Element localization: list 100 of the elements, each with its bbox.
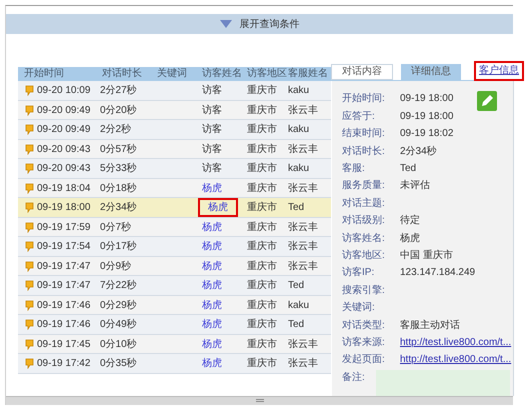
column-header: 客服姓名 <box>287 67 329 82</box>
agent-name: Ted <box>288 202 304 214</box>
column-header: 访客地区 <box>246 67 286 82</box>
agent-name: kaku <box>288 124 310 136</box>
region: 重庆市 <box>247 241 277 252</box>
chat-bubble-icon <box>25 260 34 272</box>
table-row[interactable]: 09-19 17:47 7分22秒 杨虎 重庆市 Ted <box>18 276 331 296</box>
start-time: 09-19 17:42 <box>37 357 90 372</box>
start-time: 09-19 18:04 <box>37 182 90 196</box>
table-row[interactable]: 09-20 09:49 0分20秒 访客 重庆市 张云丰 <box>18 100 331 120</box>
visitor-name-link[interactable]: 杨虎 <box>202 222 222 233</box>
agent-name: 张云丰 <box>288 358 318 370</box>
visitor-name: 访客 <box>202 104 222 116</box>
start-time: 09-19 17:59 <box>37 220 90 235</box>
visitor-name: 访客 <box>202 163 222 174</box>
detail-label: 结束时间: <box>342 126 386 142</box>
chat-bubble-icon <box>25 85 34 96</box>
visitor-name-link[interactable]: 杨虎 <box>202 300 222 311</box>
visitor-name-link[interactable]: 杨虎 <box>202 182 222 194</box>
visitor-name-link[interactable]: 杨虎 <box>202 241 222 252</box>
detail-label: 服务质量: <box>342 178 386 194</box>
start-time: 09-19 17:46 <box>37 298 90 313</box>
agent-name: kaku <box>288 85 310 96</box>
duration: 2分34秒 <box>99 202 137 214</box>
detail-label: 搜索引擎: <box>342 284 386 298</box>
table-row[interactable]: 09-19 17:42 0分35秒 杨虎 重庆市 张云丰 <box>18 354 331 374</box>
detail-value: 123.147.184.249 <box>400 266 476 280</box>
horizontal-scrollbar[interactable] <box>6 396 513 405</box>
detail-label: 访客来源: <box>342 336 386 350</box>
column-header: 对话时长 <box>101 67 143 82</box>
detail-value: 09-19 18:02 <box>400 127 454 142</box>
table-row[interactable]: 09-20 09:49 2分2秒 访客 重庆市 kaku <box>18 120 331 140</box>
detail-value: 杨虎 <box>400 232 420 246</box>
note-field[interactable] <box>376 370 510 396</box>
duration: 0分18秒 <box>99 182 137 194</box>
table-row[interactable]: 09-19 18:04 0分18秒 杨虎 重庆市 张云丰 <box>18 178 331 198</box>
table-row[interactable]: 09-20 09:43 0分57秒 访客 重庆市 张云丰 <box>18 140 331 160</box>
detail-value: 中国 重庆市 <box>400 248 453 263</box>
duration: 0分7秒 <box>99 222 132 233</box>
table-row[interactable]: 09-19 17:47 0分9秒 杨虎 重庆市 张云丰 <box>18 256 331 276</box>
visitor-name-link[interactable]: 杨虎 <box>202 358 222 370</box>
duration: 0分29秒 <box>99 300 137 311</box>
start-time: 09-20 09:43 <box>37 162 90 176</box>
pencil-icon <box>480 94 494 108</box>
start-time: 09-20 10:09 <box>37 84 90 98</box>
region: 重庆市 <box>247 182 277 194</box>
detail-label: 对话类型: <box>342 318 386 333</box>
detail-value: 待定 <box>400 214 420 228</box>
duration: 5分33秒 <box>99 163 137 174</box>
table-row[interactable]: 09-19 17:59 0分7秒 杨虎 重庆市 张云丰 <box>18 218 331 238</box>
detail-label: 发起页面: <box>342 352 386 368</box>
visitor-name-link[interactable]: 杨虎 <box>202 338 222 350</box>
detail-value: 09-19 18:00 <box>400 92 454 106</box>
chat-bubble-icon <box>25 358 34 370</box>
detail-label: 客服: <box>342 162 366 176</box>
start-time: 09-19 18:00 <box>37 201 90 216</box>
customer-info-link[interactable]: 客户信息 <box>477 64 521 78</box>
visitor-name-link[interactable]: 杨虎 <box>202 260 222 272</box>
chat-bubble-icon <box>25 182 34 194</box>
detail-value: Ted <box>400 162 416 176</box>
detail-value: 2分34秒 <box>400 144 437 159</box>
start-time: 09-19 17:46 <box>37 318 90 332</box>
detail-link[interactable]: http://test.live800.com/t... <box>400 352 512 370</box>
edit-button[interactable] <box>477 91 497 112</box>
detail-label: 访客姓名: <box>342 232 386 246</box>
chat-bubble-icon <box>25 300 34 311</box>
detail-value: 09-19 18:00 <box>400 110 454 124</box>
agent-name: 张云丰 <box>288 222 318 233</box>
table-row[interactable]: 09-19 17:54 0分17秒 杨虎 重庆市 张云丰 <box>18 237 331 257</box>
detail-label: 访客地区: <box>342 248 386 263</box>
query-toggle-bar[interactable]: 展开查询条件 <box>6 14 513 34</box>
detail-value: 未评估 <box>400 178 430 194</box>
agent-name: Ted <box>288 280 304 292</box>
agent-name: 张云丰 <box>288 144 318 155</box>
duration: 2分2秒 <box>99 124 132 136</box>
region: 重庆市 <box>247 124 277 136</box>
tab[interactable]: 对话内容 <box>331 64 393 80</box>
visitor-name-link[interactable]: 杨虎 <box>202 319 222 330</box>
detail-label: 关键词: <box>342 300 376 316</box>
tab[interactable]: 详细信息 <box>401 64 461 80</box>
detail-link[interactable]: http://test.live800.com/t... <box>400 334 512 352</box>
detail-label: 开始时间: <box>342 92 386 106</box>
column-header: 访客姓名 <box>201 67 241 82</box>
table-row[interactable]: 09-20 09:43 5分33秒 访客 重庆市 kaku <box>18 159 331 179</box>
visitor-name: 访客 <box>202 144 222 155</box>
visitor-name-link[interactable]: 杨虎 <box>202 280 222 292</box>
start-time: 09-20 09:49 <box>37 123 90 138</box>
region: 重庆市 <box>247 104 277 116</box>
table-row[interactable]: 09-19 18:00 2分34秒 杨虎 重庆市 Ted <box>18 198 331 218</box>
detail-label: 访客IP: <box>342 266 376 280</box>
region: 重庆市 <box>247 260 277 272</box>
table-row[interactable]: 09-19 17:46 0分29秒 杨虎 重庆市 kaku <box>18 296 331 316</box>
agent-name: 张云丰 <box>288 182 318 194</box>
table-row[interactable]: 09-19 17:46 0分49秒 杨虎 重庆市 Ted <box>18 315 331 335</box>
chat-bubble-icon <box>25 104 34 116</box>
table-row[interactable]: 09-20 10:09 2分27秒 访客 重庆市 kaku <box>18 81 331 101</box>
region: 重庆市 <box>247 338 277 350</box>
table-row[interactable]: 09-19 17:45 0分10秒 杨虎 重庆市 张云丰 <box>18 334 331 354</box>
detail-label: 对话级别: <box>342 214 386 228</box>
start-time: 09-19 17:45 <box>37 338 90 352</box>
